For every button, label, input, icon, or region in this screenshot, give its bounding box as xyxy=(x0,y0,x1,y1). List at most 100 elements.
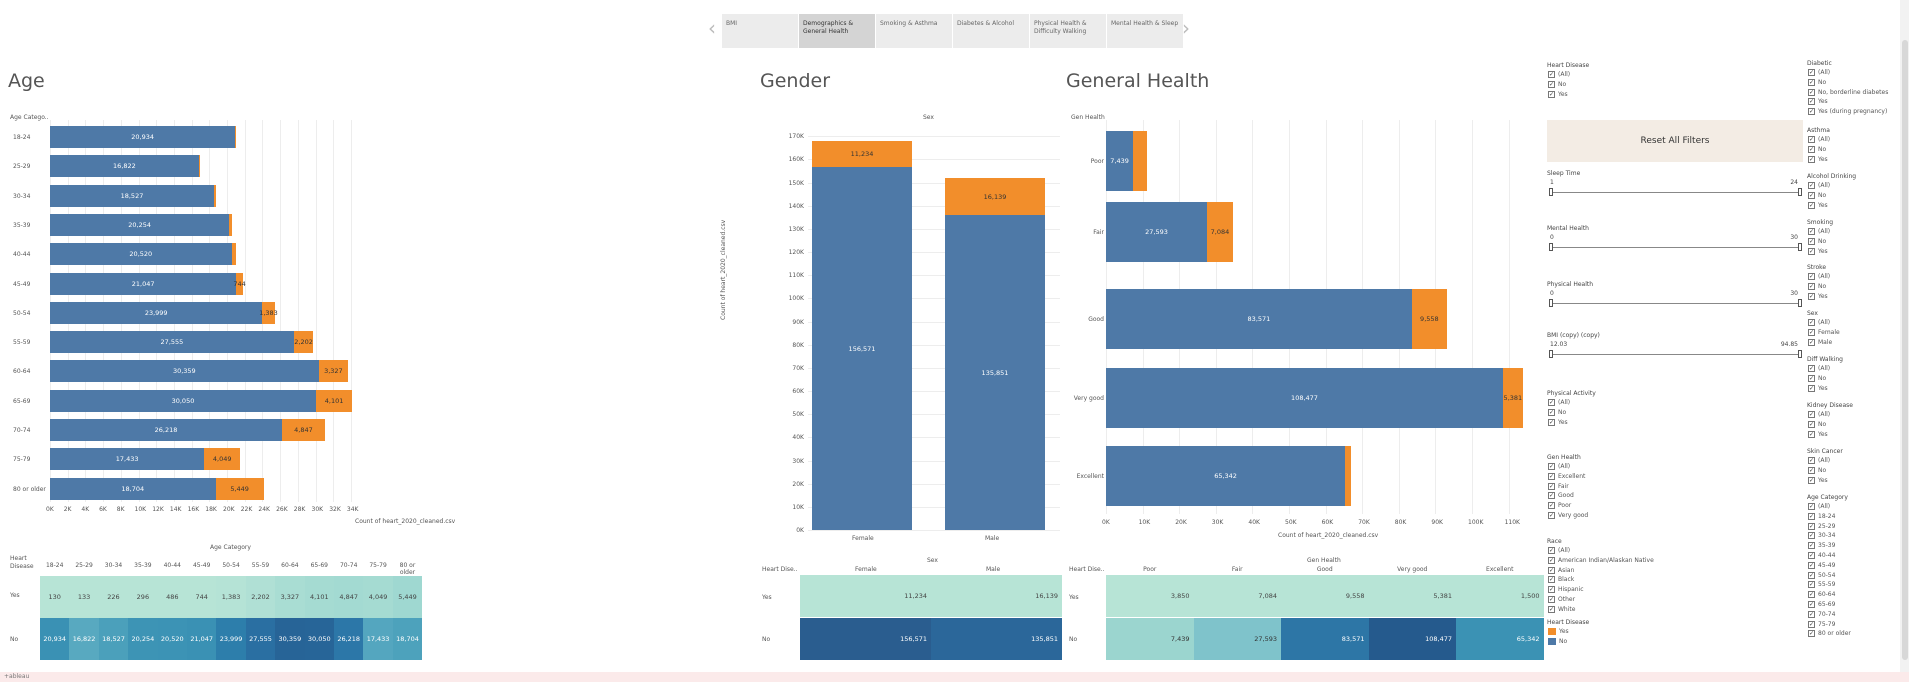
filter-option-skin[interactable]: ✓ (All) xyxy=(1808,457,1830,464)
checkbox[interactable]: ✓ xyxy=(1808,532,1815,540)
filter-option-race[interactable]: ✓ Asian xyxy=(1548,566,1574,574)
checkbox[interactable]: ✓ xyxy=(1808,98,1815,106)
filter-option-agecat[interactable]: ✓ 80 or older xyxy=(1808,630,1851,638)
checkbox[interactable]: ✓ xyxy=(1808,503,1815,510)
slider-handle-max[interactable] xyxy=(1798,350,1802,358)
checkbox[interactable]: ✓ xyxy=(1808,365,1815,372)
filter-option-race[interactable]: ✓ Other xyxy=(1548,596,1575,603)
checkbox[interactable]: ✓ xyxy=(1548,512,1555,519)
checkbox[interactable]: ✓ xyxy=(1808,282,1815,290)
filter-option-agecat[interactable]: ✓ 45-49 xyxy=(1808,561,1835,569)
age-bar-yes[interactable] xyxy=(229,213,232,236)
checkbox[interactable]: ✓ xyxy=(1808,237,1815,245)
filter-option-phys_activity[interactable]: ✓ Yes xyxy=(1548,418,1568,426)
tab-4[interactable]: Physical Health & Difficulty Walking xyxy=(1030,14,1106,48)
checkbox[interactable]: ✓ xyxy=(1808,338,1815,346)
filter-option-stroke[interactable]: ✓ Yes xyxy=(1808,292,1828,300)
filter-option-gen_health[interactable]: ✓ Very good xyxy=(1548,512,1588,519)
checkbox[interactable]: ✓ xyxy=(1548,576,1555,584)
vertical-scrollbar[interactable] xyxy=(1900,0,1909,682)
checkbox[interactable]: ✓ xyxy=(1808,88,1815,96)
genhealth-bar-yes[interactable] xyxy=(1133,131,1148,191)
checkbox[interactable]: ✓ xyxy=(1808,155,1815,163)
slider-track-physical[interactable] xyxy=(1551,303,1800,304)
checkbox[interactable]: ✓ xyxy=(1548,492,1555,500)
checkbox[interactable]: ✓ xyxy=(1808,247,1815,255)
filter-option-kidney[interactable]: ✓ No xyxy=(1808,420,1826,428)
filter-option-stroke[interactable]: ✓ (All) xyxy=(1808,273,1830,280)
filter-option-alcohol[interactable]: ✓ Yes xyxy=(1808,201,1828,209)
filter-option-diabetic[interactable]: ✓ No, borderline diabetes xyxy=(1808,88,1888,96)
slider-handle-min[interactable] xyxy=(1549,299,1553,307)
slider-handle-min[interactable] xyxy=(1549,188,1553,196)
checkbox[interactable]: ✓ xyxy=(1808,476,1815,484)
checkbox[interactable]: ✓ xyxy=(1548,556,1555,564)
tab-1[interactable]: Demographics & General Health xyxy=(799,14,875,48)
slider-track-bmi[interactable] xyxy=(1551,354,1800,355)
checkbox[interactable]: ✓ xyxy=(1548,463,1555,470)
checkbox[interactable]: ✓ xyxy=(1808,457,1815,464)
filter-option-diffwalking[interactable]: ✓ (All) xyxy=(1808,365,1830,372)
filter-option-agecat[interactable]: ✓ 55-59 xyxy=(1808,581,1835,589)
checkbox[interactable]: ✓ xyxy=(1808,610,1815,618)
filter-option-agecat[interactable]: ✓ 30-34 xyxy=(1808,532,1835,540)
filter-option-gen_health[interactable]: ✓ Fair xyxy=(1548,482,1569,490)
tab-3[interactable]: Diabetes & Alcohol xyxy=(953,14,1029,48)
filter-option-sex[interactable]: ✓ Female xyxy=(1808,328,1840,336)
slider-handle-max[interactable] xyxy=(1798,188,1802,196)
filter-option-agecat[interactable]: ✓ 18-24 xyxy=(1808,512,1835,520)
checkbox[interactable]: ✓ xyxy=(1808,581,1815,589)
filter-option-diabetic[interactable]: ✓ (All) xyxy=(1808,69,1830,76)
checkbox[interactable]: ✓ xyxy=(1808,182,1815,189)
checkbox[interactable]: ✓ xyxy=(1808,430,1815,438)
filter-option-agecat[interactable]: ✓ (All) xyxy=(1808,503,1830,510)
filter-option-asthma[interactable]: ✓ Yes xyxy=(1808,155,1828,163)
filter-option-agecat[interactable]: ✓ 70-74 xyxy=(1808,610,1835,618)
filter-option-skin[interactable]: ✓ No xyxy=(1808,466,1826,474)
filter-option-race[interactable]: ✓ White xyxy=(1548,605,1575,613)
checkbox[interactable]: ✓ xyxy=(1548,472,1555,480)
checkbox[interactable]: ✓ xyxy=(1548,399,1555,406)
checkbox[interactable]: ✓ xyxy=(1548,408,1555,416)
filter-option-asthma[interactable]: ✓ (All) xyxy=(1808,136,1830,143)
checkbox[interactable]: ✓ xyxy=(1808,561,1815,569)
filter-option-race[interactable]: ✓ American Indian/Alaskan Native xyxy=(1548,556,1654,564)
checkbox[interactable]: ✓ xyxy=(1808,542,1815,550)
tab-2[interactable]: Smoking & Asthma xyxy=(876,14,952,48)
filter-option-agecat[interactable]: ✓ 60-64 xyxy=(1808,591,1835,599)
slider-handle-max[interactable] xyxy=(1798,299,1802,307)
filter-option-diabetic[interactable]: ✓ Yes (during pregnancy) xyxy=(1808,108,1887,116)
filter-option-race[interactable]: ✓ Black xyxy=(1548,576,1574,584)
checkbox[interactable]: ✓ xyxy=(1548,586,1555,594)
filter-option-smoking[interactable]: ✓ No xyxy=(1808,237,1826,245)
checkbox[interactable]: ✓ xyxy=(1808,145,1815,153)
filter-option-asthma[interactable]: ✓ No xyxy=(1808,145,1826,153)
filter-option-heart_disease[interactable]: ✓ Yes xyxy=(1548,90,1568,98)
checkbox[interactable]: ✓ xyxy=(1548,71,1555,78)
genhealth-bar-yes[interactable] xyxy=(1345,446,1351,506)
filter-option-heart_disease[interactable]: ✓ No xyxy=(1548,80,1566,88)
checkbox[interactable]: ✓ xyxy=(1548,547,1555,554)
filter-option-race[interactable]: ✓ Hispanic xyxy=(1548,586,1584,594)
filter-option-alcohol[interactable]: ✓ (All) xyxy=(1808,182,1830,189)
filter-option-agecat[interactable]: ✓ 50-54 xyxy=(1808,571,1835,579)
age-bar-yes[interactable] xyxy=(235,126,237,148)
checkbox[interactable]: ✓ xyxy=(1548,596,1555,603)
checkbox[interactable]: ✓ xyxy=(1808,228,1815,235)
checkbox[interactable]: ✓ xyxy=(1548,502,1555,510)
checkbox[interactable]: ✓ xyxy=(1808,319,1815,326)
filter-option-agecat[interactable]: ✓ 65-69 xyxy=(1808,601,1835,608)
checkbox[interactable]: ✓ xyxy=(1548,605,1555,613)
checkbox[interactable]: ✓ xyxy=(1808,384,1815,392)
filter-option-sex[interactable]: ✓ (All) xyxy=(1808,319,1830,326)
filter-option-agecat[interactable]: ✓ 35-39 xyxy=(1808,542,1835,550)
checkbox[interactable]: ✓ xyxy=(1808,108,1815,116)
tab-5[interactable]: Mental Health & Sleep xyxy=(1107,14,1183,48)
filter-option-agecat[interactable]: ✓ 75-79 xyxy=(1808,620,1835,628)
filter-option-smoking[interactable]: ✓ Yes xyxy=(1808,247,1828,255)
checkbox[interactable]: ✓ xyxy=(1808,292,1815,300)
checkbox[interactable]: ✓ xyxy=(1808,420,1815,428)
checkbox[interactable]: ✓ xyxy=(1548,566,1555,574)
filter-option-diffwalking[interactable]: ✓ No xyxy=(1808,374,1826,382)
filter-option-diabetic[interactable]: ✓ No xyxy=(1808,78,1826,86)
